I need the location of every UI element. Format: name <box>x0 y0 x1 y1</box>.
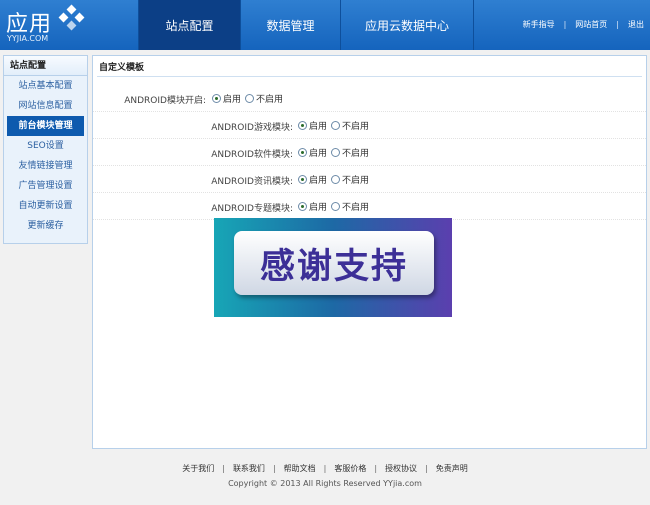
radio-label: 启用 <box>309 203 328 213</box>
radio-checked-icon[interactable] <box>298 148 307 157</box>
form-row-android-module: ANDROID模块开启: 启用 不启用 <box>93 85 646 112</box>
radio-unchecked-icon[interactable] <box>331 148 341 157</box>
footer-link-disclaimer[interactable]: 免责声明 <box>436 463 468 474</box>
site-home-link[interactable]: 网站首页 <box>575 19 607 30</box>
radio-label: 启用 <box>223 95 242 105</box>
sidebar-item-frontend-modules[interactable]: 前台模块管理 <box>7 116 84 136</box>
footer-link-about[interactable]: 关于我们 <box>182 463 214 474</box>
sidebar-item-update-cache[interactable]: 更新缓存 <box>4 216 87 236</box>
radio-unchecked-icon[interactable] <box>245 94 255 103</box>
radio-unchecked-icon[interactable] <box>331 121 341 130</box>
logout-link[interactable]: 退出 <box>628 19 644 30</box>
radio-disable[interactable]: 不启用 <box>245 92 283 105</box>
banner-card: 感谢支持 <box>234 231 434 295</box>
radio-group: 启用 不启用 <box>298 119 373 132</box>
divider: | <box>323 464 327 473</box>
radio-disable[interactable]: 不启用 <box>331 173 369 186</box>
form-row-android-news: ANDROID资讯模块: 启用 不启用 <box>93 166 646 193</box>
form-row-android-software: ANDROID软件模块: 启用 不启用 <box>93 139 646 166</box>
title-divider <box>97 76 642 77</box>
radio-checked-icon[interactable] <box>298 202 307 211</box>
main-panel: 自定义模板 ANDROID模块开启: 启用 不启用 ANDROID游戏模块: 启… <box>92 55 647 449</box>
form-label: ANDROID资讯模块: <box>211 177 293 187</box>
divider: | <box>272 464 276 473</box>
radio-label: 启用 <box>309 176 328 186</box>
radio-checked-icon[interactable] <box>212 94 221 103</box>
divider: | <box>563 20 567 29</box>
logo-mark-icon <box>58 4 85 31</box>
radio-unchecked-icon[interactable] <box>331 202 341 211</box>
divider: | <box>616 20 619 29</box>
radio-enable[interactable]: 启用 <box>298 173 327 186</box>
footer-link-pricing[interactable]: 客服价格 <box>334 463 366 474</box>
radio-enable[interactable]: 启用 <box>212 92 241 105</box>
form-row-android-games: ANDROID游戏模块: 启用 不启用 <box>93 112 646 139</box>
radio-label: 不启用 <box>342 149 370 159</box>
nav-tab-site-config[interactable]: 站点配置 <box>138 0 240 50</box>
footer-link-license[interactable]: 授权协议 <box>385 463 417 474</box>
radio-label: 不启用 <box>342 122 370 132</box>
sidebar-item-ads[interactable]: 广告管理设置 <box>4 176 87 196</box>
radio-group: 启用 不启用 <box>298 173 373 186</box>
radio-group: 启用 不启用 <box>298 200 373 213</box>
radio-group: 启用 不启用 <box>298 146 373 159</box>
radio-enable[interactable]: 启用 <box>298 146 327 159</box>
nav-tab-data-management[interactable]: 数据管理 <box>240 0 340 50</box>
radio-label: 不启用 <box>342 203 370 213</box>
radio-label: 不启用 <box>256 95 284 105</box>
form-row-android-topics: ANDROID专题模块: 启用 不启用 <box>93 193 646 220</box>
site-logo[interactable]: 应用 YYJIA.COM <box>6 4 86 46</box>
sidebar-title: 站点配置 <box>4 56 87 76</box>
logo-subtext: YYJIA.COM <box>7 34 49 43</box>
thanks-banner-image: 感谢支持 <box>214 218 452 317</box>
radio-label: 启用 <box>309 149 328 159</box>
footer-links: 关于我们 | 联系我们 | 帮助文档 | 客服价格 | 授权协议 | 免责声明 <box>0 463 650 474</box>
form-label: ANDROID专题模块: <box>211 204 293 214</box>
top-links: 新手指导 | 网站首页 | 退出 <box>523 19 644 30</box>
divider: | <box>374 464 378 473</box>
radio-disable[interactable]: 不启用 <box>331 146 369 159</box>
radio-label: 启用 <box>309 122 328 132</box>
form-label: ANDROID软件模块: <box>211 150 293 160</box>
nav-tab-app-cloud-data-center[interactable]: 应用云数据中心 <box>340 0 474 50</box>
radio-disable[interactable]: 不启用 <box>331 200 369 213</box>
banner-text: 感谢支持 <box>259 246 408 287</box>
sidebar-item-seo[interactable]: SEO设置 <box>4 136 87 156</box>
divider: | <box>425 464 428 473</box>
radio-enable[interactable]: 启用 <box>298 200 327 213</box>
footer-link-help[interactable]: 帮助文档 <box>284 463 316 474</box>
sidebar-item-friend-links[interactable]: 友情链接管理 <box>4 156 87 176</box>
sidebar-item-auto-update[interactable]: 自动更新设置 <box>4 196 87 216</box>
top-header: 应用 YYJIA.COM 站点配置 数据管理 应用云数据中心 新手指导 | 网站… <box>0 0 650 50</box>
footer-link-contact[interactable]: 联系我们 <box>233 463 265 474</box>
sidebar-item-site-info[interactable]: 网站信息配置 <box>4 96 87 116</box>
radio-checked-icon[interactable] <box>298 175 307 184</box>
radio-checked-icon[interactable] <box>298 121 307 130</box>
radio-enable[interactable]: 启用 <box>298 119 327 132</box>
radio-group: 启用 不启用 <box>212 92 287 105</box>
sidebar: 站点配置 站点基本配置 网站信息配置 前台模块管理 SEO设置 友情链接管理 广… <box>3 55 88 244</box>
form-label: ANDROID游戏模块: <box>211 123 293 133</box>
main-nav: 站点配置 数据管理 应用云数据中心 <box>138 0 474 50</box>
radio-disable[interactable]: 不启用 <box>331 119 369 132</box>
form-label: ANDROID模块开启: <box>124 96 206 106</box>
page-title: 自定义模板 <box>99 63 145 73</box>
divider: | <box>222 464 225 473</box>
sidebar-item-basic-config[interactable]: 站点基本配置 <box>4 76 87 96</box>
newbie-guide-link[interactable]: 新手指导 <box>523 19 555 30</box>
copyright-text: Copyright © 2013 All Rights Reserved YYj… <box>228 479 422 488</box>
radio-unchecked-icon[interactable] <box>331 175 341 184</box>
radio-label: 不启用 <box>342 176 370 186</box>
